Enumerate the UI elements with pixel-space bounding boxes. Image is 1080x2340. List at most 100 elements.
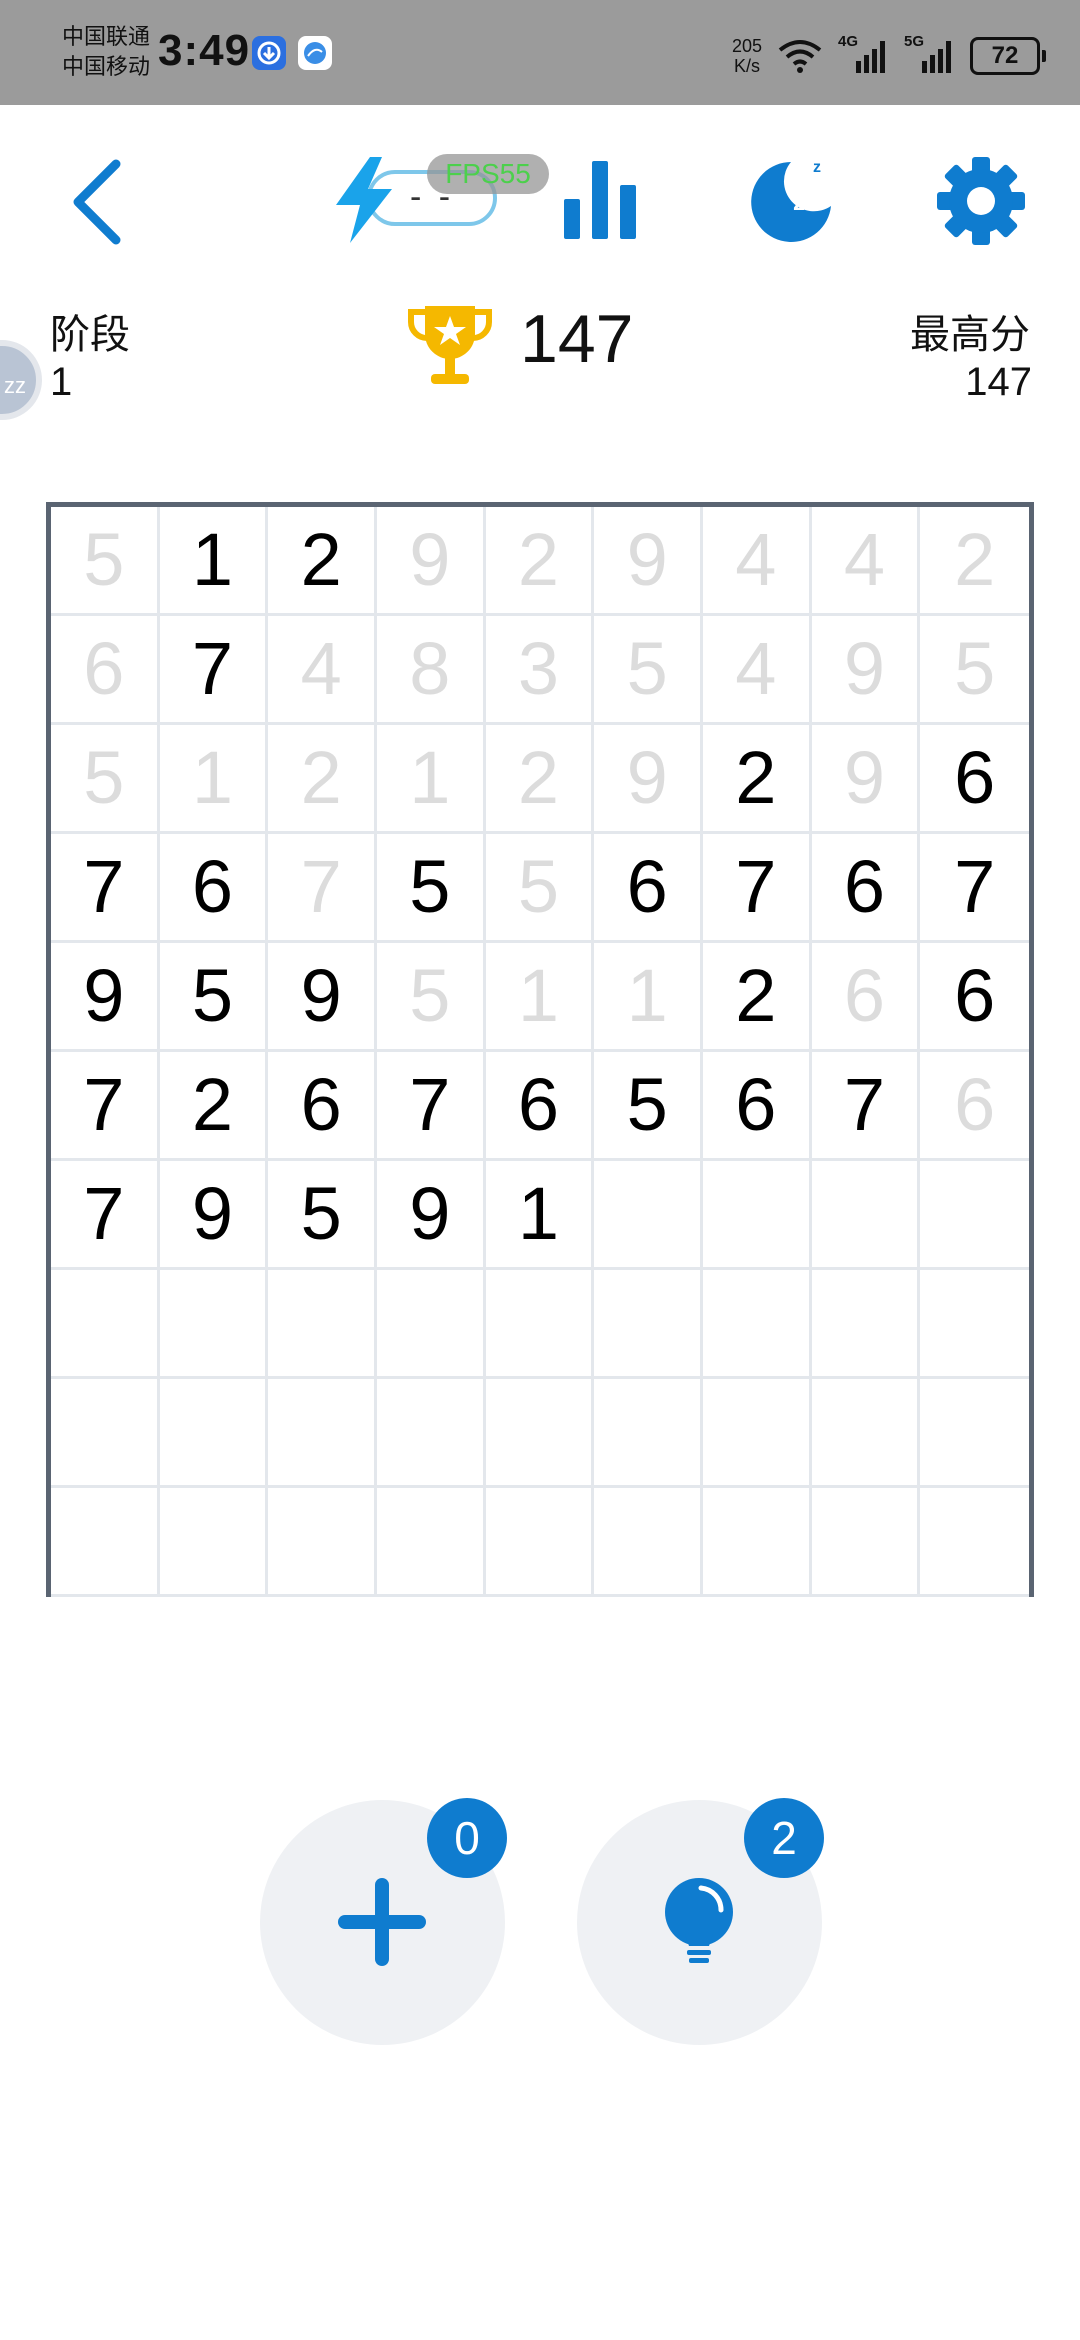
board-cell[interactable]: 9 <box>51 943 160 1052</box>
board-cell: 4 <box>702 616 812 725</box>
board-cell[interactable]: 7 <box>51 1161 160 1270</box>
signal-5g-icon: 5G <box>904 33 956 73</box>
board-cell-empty <box>485 1270 595 1379</box>
gear-icon <box>937 157 1025 245</box>
board-cell[interactable]: 6 <box>702 1052 812 1161</box>
current-score: 147 <box>520 301 634 377</box>
board-cell-empty <box>594 1161 703 1270</box>
add-rows-button[interactable]: 0 <box>260 1798 507 2045</box>
board-cell-empty <box>702 1161 812 1270</box>
board-cell[interactable]: 6 <box>811 834 921 943</box>
best-score-value: 147 <box>965 360 1032 404</box>
board-cell: 5 <box>594 616 703 725</box>
board-cell[interactable]: 6 <box>268 1052 377 1161</box>
board-cell-empty <box>159 1270 269 1379</box>
board-cell: 2 <box>268 725 377 834</box>
net-speed: 205 K/s <box>731 36 762 76</box>
bar-chart-icon <box>564 161 636 239</box>
hint-button[interactable]: 2 <box>577 1798 824 2045</box>
board-cell[interactable]: 5 <box>159 943 269 1052</box>
board-cell: 9 <box>811 725 921 834</box>
board-cell-empty <box>376 1379 486 1488</box>
board-cell[interactable]: 9 <box>376 1161 486 1270</box>
board-cell-empty <box>811 1161 921 1270</box>
board-cell[interactable]: 1 <box>485 1161 595 1270</box>
board-cell: 9 <box>594 725 703 834</box>
carrier-1: 中国联通 <box>62 24 151 49</box>
board-cell[interactable]: 9 <box>268 943 377 1052</box>
board-cell[interactable]: 5 <box>594 1052 703 1161</box>
board-cell[interactable]: 2 <box>702 725 812 834</box>
clock: 3:49 <box>158 26 251 75</box>
board-cell-empty <box>51 1488 160 1597</box>
board-cell-empty <box>268 1270 377 1379</box>
back-button[interactable] <box>60 150 140 250</box>
sleep-bubble[interactable]: zz <box>0 340 42 420</box>
board-cell[interactable]: 6 <box>485 1052 595 1161</box>
board-cell[interactable]: 6 <box>920 943 1029 1052</box>
board-cell: 6 <box>920 1052 1029 1161</box>
number-board: 5129294426748354955121292967675567679595… <box>46 502 1034 1597</box>
board-cell: 3 <box>485 616 595 725</box>
board-cell: 5 <box>376 943 486 1052</box>
settings-button[interactable] <box>935 155 1027 247</box>
board-cell[interactable]: 7 <box>811 1052 921 1161</box>
board-cell: 1 <box>594 943 703 1052</box>
board-cell[interactable]: 2 <box>159 1052 269 1161</box>
board-cell-empty <box>920 1161 1029 1270</box>
board-cell: 2 <box>485 507 595 616</box>
board-cell-empty <box>920 1488 1029 1597</box>
board-cell-empty <box>376 1270 486 1379</box>
board-cell: 2 <box>920 507 1029 616</box>
board-cell-empty <box>920 1379 1029 1488</box>
board-cell-empty <box>702 1379 812 1488</box>
board-cell[interactable]: 7 <box>376 1052 486 1161</box>
board-cell-empty <box>702 1488 812 1597</box>
board-cell-empty <box>485 1379 595 1488</box>
board-cell[interactable]: 1 <box>159 507 269 616</box>
board-cell: 6 <box>811 943 921 1052</box>
board-cell-empty <box>485 1488 595 1597</box>
signal-4g-icon: 4G <box>838 33 890 73</box>
status-indicators: 205 K/s 4G 5G 72 <box>731 26 1046 86</box>
board-cell-empty <box>594 1379 703 1488</box>
board-cell: 2 <box>485 725 595 834</box>
board-cell-empty <box>159 1379 269 1488</box>
energy-indicator[interactable]: - - FPS55 <box>330 150 549 250</box>
board-cell: 6 <box>51 616 160 725</box>
board-cell-empty <box>811 1379 921 1488</box>
board-cell[interactable]: 2 <box>702 943 812 1052</box>
svg-text:z: z <box>805 173 815 195</box>
board-cell-empty <box>159 1488 269 1597</box>
board-cell[interactable]: 2 <box>268 507 377 616</box>
board-cell[interactable]: 7 <box>702 834 812 943</box>
hint-count-badge: 2 <box>744 1798 824 1878</box>
trophy-icon <box>408 306 492 384</box>
carrier-info: 中国联通 中国移动 <box>62 22 150 82</box>
lightning-icon <box>336 157 392 243</box>
battery-indicator: 72 <box>970 37 1046 75</box>
carrier-2: 中国移动 <box>62 54 151 79</box>
board-cell[interactable]: 7 <box>51 1052 160 1161</box>
stage-value: 1 <box>50 360 73 404</box>
board-cell[interactable]: 6 <box>159 834 269 943</box>
board-cell-empty <box>51 1379 160 1488</box>
board-cell: 9 <box>594 507 703 616</box>
board-cell[interactable]: 5 <box>376 834 486 943</box>
board-cell: 8 <box>376 616 486 725</box>
board-cell[interactable]: 7 <box>920 834 1029 943</box>
board-cell: 9 <box>811 616 921 725</box>
board-cell[interactable]: 7 <box>159 616 269 725</box>
board-cell[interactable]: 5 <box>268 1161 377 1270</box>
board-cell[interactable]: 9 <box>159 1161 269 1270</box>
night-mode-button[interactable]: z z z <box>745 150 845 250</box>
board-cell[interactable]: 6 <box>920 725 1029 834</box>
board-cell: 4 <box>811 507 921 616</box>
fps-counter: FPS55 <box>427 154 549 194</box>
board-cell[interactable]: 6 <box>594 834 703 943</box>
plus-icon <box>338 1878 426 1966</box>
leaderboard-button[interactable] <box>560 155 640 245</box>
board-cell: 9 <box>376 507 486 616</box>
board-cell: 7 <box>268 834 377 943</box>
board-cell[interactable]: 7 <box>51 834 160 943</box>
